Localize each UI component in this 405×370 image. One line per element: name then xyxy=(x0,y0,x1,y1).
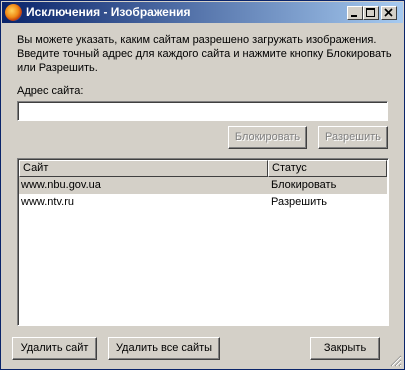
table-row[interactable]: www.nbu.gov.ua Блокировать xyxy=(19,177,387,194)
exceptions-dialog: Исключения - Изображения Вы можете указа… xyxy=(0,0,405,370)
maximize-button[interactable] xyxy=(363,6,379,20)
allow-button[interactable]: Разрешить xyxy=(318,126,388,149)
window-title: Исключения - Изображения xyxy=(26,5,191,19)
site-cell: www.nbu.gov.ua xyxy=(21,179,101,191)
sites-table[interactable]: Сайт Статус www.nbu.gov.ua Блокировать w… xyxy=(17,158,389,326)
close-button[interactable] xyxy=(381,6,397,20)
minimize-button[interactable] xyxy=(347,6,363,20)
close-icon xyxy=(384,8,393,17)
minimize-icon xyxy=(351,15,357,17)
site-cell: www.ntv.ru xyxy=(21,196,74,208)
description-text: Вы можете указать, каким сайтам разрешен… xyxy=(17,34,392,74)
table-row[interactable]: www.ntv.ru Разрешить xyxy=(19,194,387,211)
status-cell: Блокировать xyxy=(271,179,337,191)
status-cell: Разрешить xyxy=(271,196,327,208)
remove-site-button[interactable]: Удалить сайт xyxy=(12,337,97,360)
firefox-icon xyxy=(5,4,22,21)
close-dialog-button[interactable]: Закрыть xyxy=(310,337,380,360)
site-address-label: Адрес сайта: xyxy=(17,85,84,97)
resize-grip-icon[interactable] xyxy=(390,355,402,367)
remove-all-sites-button[interactable]: Удалить все сайты xyxy=(108,337,220,360)
site-address-field[interactable] xyxy=(17,101,388,121)
block-button[interactable]: Блокировать xyxy=(228,126,307,149)
column-header-status[interactable]: Статус xyxy=(268,160,387,177)
site-address-input[interactable] xyxy=(18,102,387,120)
column-header-site[interactable]: Сайт xyxy=(19,160,268,177)
maximize-icon xyxy=(366,8,375,17)
title-bar[interactable]: Исключения - Изображения xyxy=(2,2,403,23)
